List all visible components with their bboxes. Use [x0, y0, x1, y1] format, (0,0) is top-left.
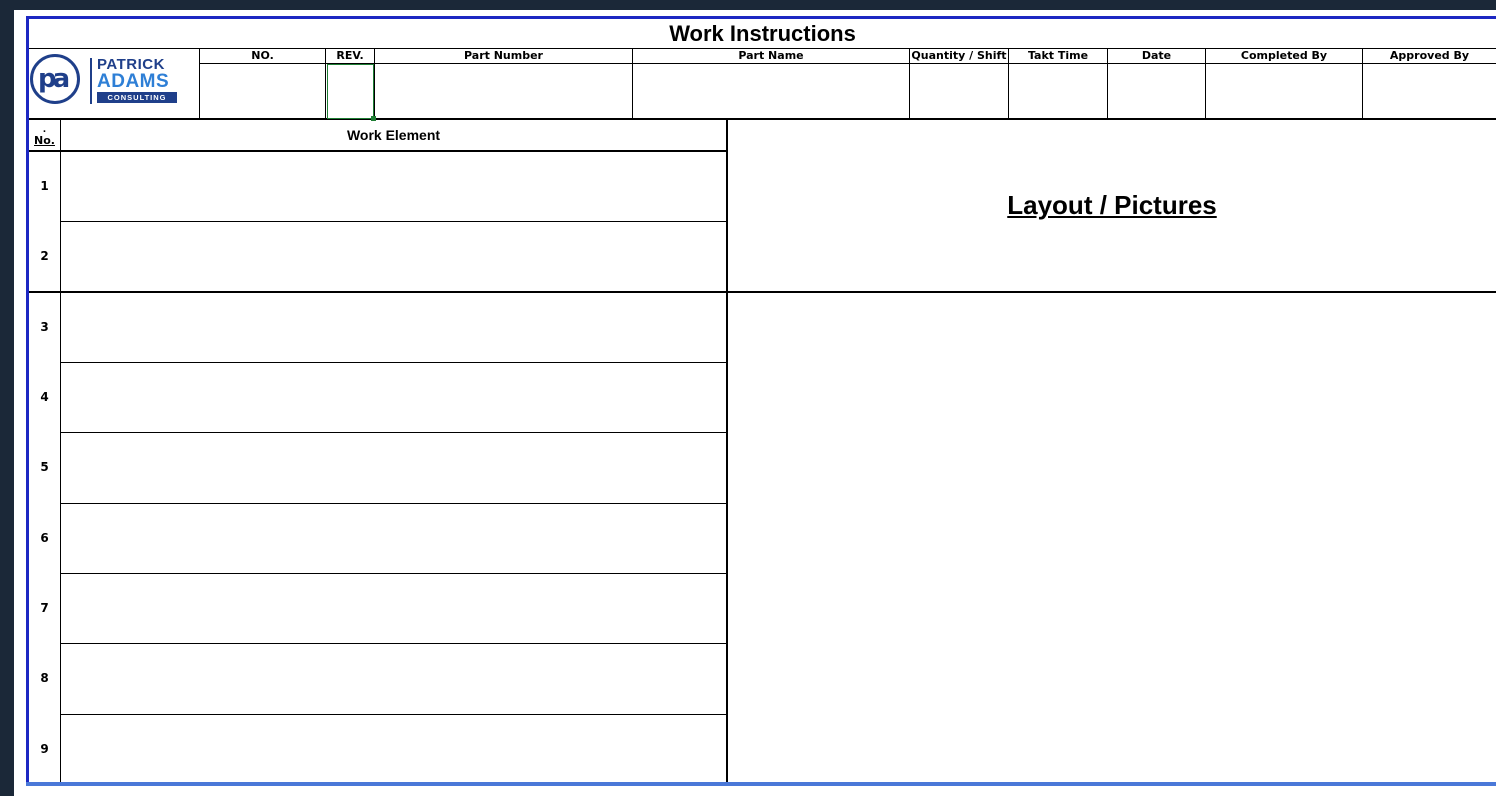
- logo-monogram-icon: pa: [30, 54, 80, 104]
- completed-by-cell[interactable]: [1206, 64, 1362, 118]
- header-quantity-shift: Quantity / Shift: [911, 49, 1007, 62]
- header-no: NO.: [251, 49, 274, 62]
- work-element-cell[interactable]: [61, 574, 726, 643]
- work-element-cell[interactable]: [61, 644, 726, 714]
- logo-line-3: CONSULTING: [97, 92, 177, 103]
- no-cell[interactable]: [200, 64, 325, 118]
- header-completed-by: Completed By: [1240, 49, 1328, 62]
- sheet-title: Work Instructions: [669, 21, 856, 46]
- part-name-cell[interactable]: [633, 64, 909, 118]
- header-part-number: Part Number: [464, 49, 543, 62]
- work-element-cell[interactable]: [61, 715, 726, 782]
- header-takt-time: Takt Time: [1027, 49, 1089, 62]
- no-column-header: . No.: [34, 125, 55, 147]
- work-element-cell[interactable]: [61, 504, 726, 573]
- work-element-header: Work Element: [346, 127, 441, 143]
- row-number: 9: [40, 742, 49, 756]
- company-logo: pa PATRICK ADAMS CONSULTING: [30, 54, 186, 110]
- row-number: 2: [40, 249, 49, 263]
- header-date: Date: [1141, 49, 1172, 62]
- layout-pictures-area[interactable]: [728, 293, 1496, 782]
- row-number: 5: [40, 460, 49, 474]
- sheet-frame-top: [26, 16, 1496, 19]
- work-element-cell[interactable]: [61, 363, 726, 432]
- work-element-cell[interactable]: [61, 293, 726, 362]
- row-number: 4: [40, 390, 49, 404]
- grid-line: [29, 118, 1496, 120]
- sheet-frame-bottom: [26, 782, 1496, 786]
- quantity-shift-cell[interactable]: [910, 64, 1008, 118]
- row-number: 7: [40, 601, 49, 615]
- logo-divider: [90, 58, 92, 104]
- work-instructions-sheet: Work Instructions NO. REV. Part Number P…: [14, 10, 1496, 796]
- row-number: 1: [40, 179, 49, 193]
- layout-pictures-title: Layout / Pictures: [1007, 190, 1217, 220]
- part-number-cell[interactable]: [375, 64, 632, 118]
- date-cell[interactable]: [1108, 64, 1205, 118]
- work-element-cell[interactable]: [61, 222, 726, 291]
- takt-time-cell[interactable]: [1009, 64, 1107, 118]
- row-number: 8: [40, 671, 49, 685]
- row-number: 3: [40, 320, 49, 334]
- work-element-cell[interactable]: [61, 433, 726, 503]
- row-number: 6: [40, 531, 49, 545]
- work-element-cell[interactable]: [61, 152, 726, 221]
- rev-cell-selected[interactable]: [327, 64, 374, 119]
- header-approved-by: Approved By: [1389, 49, 1470, 62]
- header-rev: REV.: [336, 49, 364, 62]
- logo-line-2: ADAMS: [97, 71, 170, 92]
- approved-by-cell[interactable]: [1363, 64, 1496, 118]
- header-part-name: Part Name: [738, 49, 804, 62]
